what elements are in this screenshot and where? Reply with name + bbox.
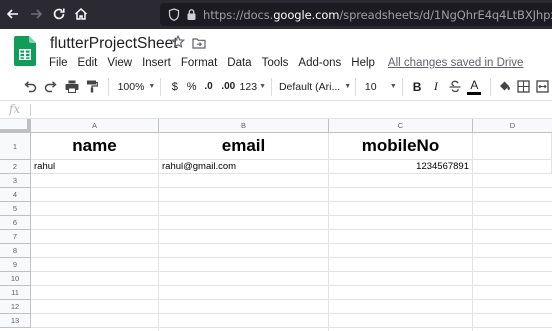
cell-a2[interactable]: rahul [31, 160, 159, 174]
strikethrough-icon[interactable] [445, 76, 464, 98]
back-arrow-icon [6, 9, 18, 19]
browser-toolbar: https://docs.google.com/spreadsheets/d/1… [0, 0, 552, 29]
save-status-link[interactable]: All changes saved in Drive [388, 57, 524, 69]
row-header-9[interactable]: 9 [0, 258, 31, 272]
forward-arrow-icon [31, 9, 43, 19]
menu-bar: File Edit View Insert Format Data Tools … [44, 55, 523, 71]
address-bar[interactable]: https://docs.google.com/spreadsheets/d/1… [160, 3, 552, 26]
app-header: flutterProjectSheet File Edit View Inser… [0, 29, 552, 73]
menu-insert[interactable]: Insert [137, 57, 176, 69]
reload-button[interactable] [47, 2, 71, 26]
chevron-down-icon: ▼ [148, 83, 156, 90]
cell-c1[interactable]: mobileNo [329, 133, 473, 160]
chevron-down-icon: ▼ [344, 83, 352, 90]
row-header-13[interactable]: 13 [0, 314, 31, 328]
menu-format[interactable]: Format [176, 57, 222, 69]
row-header-12[interactable]: 12 [0, 300, 31, 314]
cell-c2[interactable]: 1234567891 [329, 160, 473, 174]
row-header-7[interactable]: 7 [0, 230, 31, 244]
zoom-select[interactable]: 100% ▼ [114, 81, 156, 93]
text-color-button[interactable]: A [464, 79, 485, 95]
menu-tools[interactable]: Tools [257, 57, 294, 69]
row-header-4[interactable]: 4 [0, 188, 31, 202]
borders-icon[interactable] [514, 76, 533, 98]
menu-file[interactable]: File [44, 57, 73, 69]
chevron-down-icon: ▼ [259, 83, 267, 90]
formula-bar[interactable]: fx [0, 101, 552, 119]
row-header-8[interactable]: 8 [0, 244, 31, 258]
toolbar-divider [271, 77, 272, 96]
fill-color-icon[interactable] [496, 76, 515, 98]
cell-b2[interactable]: rahul@gmail.com [159, 160, 329, 174]
chevron-down-icon: ▼ [389, 83, 397, 90]
select-all-corner[interactable] [0, 119, 31, 133]
toolbar-divider [160, 77, 162, 96]
toolbar-divider [489, 77, 491, 96]
print-icon[interactable] [61, 76, 82, 98]
toolbar-divider [401, 77, 403, 96]
row-header-3[interactable]: 3 [0, 174, 31, 188]
spreadsheet-grid: A B C D 1 2 3 4 5 6 7 8 9 10 11 12 13 na… [0, 119, 552, 331]
undo-icon[interactable] [20, 76, 41, 98]
menu-help[interactable]: Help [346, 57, 380, 69]
move-to-folder-icon[interactable] [192, 37, 206, 49]
star-icon[interactable] [171, 35, 185, 49]
menu-edit[interactable]: Edit [73, 57, 103, 69]
column-header-b[interactable]: B [159, 119, 329, 133]
redo-icon[interactable] [41, 76, 62, 98]
function-icon: fx [9, 102, 21, 116]
toolbar: 100% ▼ $ % .0 .00 123 ▼ Default (Ari... ▼ 1… [0, 73, 552, 101]
toolbar-divider [107, 77, 109, 96]
row-header-10[interactable]: 10 [0, 272, 31, 286]
url-text: https://docs.google.com/spreadsheets/d/1… [203, 7, 552, 22]
menu-addons[interactable]: Add-ons [293, 57, 346, 69]
row-header-2[interactable]: 2 [0, 160, 31, 174]
more-formats-select[interactable]: 123 ▼ [240, 81, 266, 93]
row-header-5[interactable]: 5 [0, 202, 31, 216]
cell-d1[interactable] [473, 133, 552, 160]
row-header-6[interactable]: 6 [0, 216, 31, 230]
row-header-11[interactable]: 11 [0, 286, 31, 300]
toolbar-divider [354, 77, 356, 96]
home-button[interactable] [69, 2, 93, 26]
merge-cells-icon[interactable] [533, 76, 552, 98]
cell-d2[interactable] [473, 160, 552, 174]
lock-icon[interactable] [186, 8, 197, 21]
increase-decimal-button[interactable]: .00 [217, 81, 240, 92]
percent-format-button[interactable]: % [183, 81, 200, 93]
tracking-shield-icon[interactable] [168, 8, 180, 21]
row-header-1[interactable]: 1 [0, 133, 31, 160]
cell-b1[interactable]: email [159, 133, 329, 160]
italic-button[interactable]: I [427, 79, 446, 94]
text-color-swatch [467, 91, 482, 95]
menu-view[interactable]: View [102, 57, 137, 69]
font-family-select[interactable]: Default (Ari... ▼ [277, 81, 352, 93]
cell-a1[interactable]: name [31, 133, 159, 160]
column-header-a[interactable]: A [31, 119, 159, 133]
document-title[interactable]: flutterProjectSheet [50, 35, 178, 53]
sheets-logo-icon[interactable] [14, 36, 36, 66]
formula-bar-divider [30, 104, 31, 116]
font-size-select[interactable]: 10 ▼ [361, 81, 397, 93]
empty-rows-area[interactable] [31, 174, 552, 331]
forward-button[interactable] [24, 2, 48, 26]
menu-data[interactable]: Data [222, 57, 256, 69]
paint-format-icon[interactable] [82, 76, 103, 98]
column-header-c[interactable]: C [329, 119, 473, 133]
currency-format-button[interactable]: $ [166, 81, 183, 93]
reload-icon [53, 8, 65, 20]
bold-button[interactable]: B [408, 80, 427, 94]
decrease-decimal-button[interactable]: .0 [200, 81, 217, 92]
back-button[interactable] [1, 2, 25, 26]
home-icon [74, 7, 88, 20]
column-header-d[interactable]: D [473, 119, 552, 133]
